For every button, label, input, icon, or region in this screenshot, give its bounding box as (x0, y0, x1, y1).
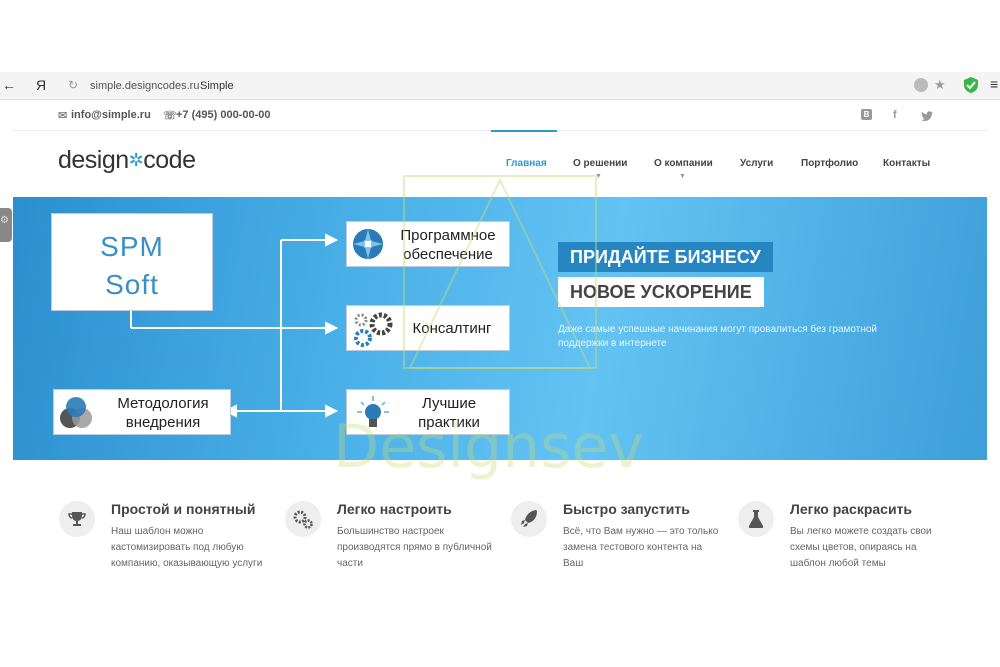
feature-text-simple: Наш шаблон можно кастомизировать под люб… (111, 526, 263, 569)
gear-icon: ⚙ (0, 215, 9, 226)
methodology-line-2: внедрения (125, 414, 201, 431)
chevron-down-icon: ▼ (679, 173, 686, 180)
software-disc-icon (351, 227, 385, 266)
watermark-text: Designsev (333, 412, 644, 482)
soft-label: Soft (105, 269, 159, 300)
methodology-line-1: Методология (117, 395, 209, 412)
contact-email[interactable]: info@simple.ru (71, 109, 151, 121)
practices-line-1: Лучшие (421, 395, 477, 412)
rocket-icon (511, 501, 547, 537)
twitter-icon[interactable] (921, 109, 933, 127)
gears-icon (285, 501, 321, 537)
feature-title-simple: Простой и понятный (111, 501, 256, 517)
feature-title-colorize: Легко раскрасить (790, 501, 913, 517)
menu-icon[interactable]: ≡ (990, 76, 998, 92)
feature-title-launch: Быстро запустить (563, 501, 690, 517)
back-button[interactable]: ← (2, 77, 16, 93)
globe-icon[interactable] (914, 78, 928, 92)
facebook-icon[interactable]: f (893, 109, 897, 121)
nav-item-portfolio[interactable]: Портфолио (801, 158, 858, 169)
nav-active-indicator (491, 130, 557, 132)
address-url[interactable]: simple.designcodes.ru (90, 80, 199, 92)
browser-toolbar: ← Я ↻ simple.designcodes.ru Simple ★ ≡ (0, 72, 1000, 100)
venn-circles-icon (58, 394, 94, 437)
diagram-box-spm-soft: SPM Soft (51, 213, 213, 311)
logo-gear-icon: ✲ (128, 150, 144, 170)
star-icon[interactable]: ★ (934, 77, 946, 93)
flask-icon (738, 501, 774, 537)
page-tab-title: Simple (200, 80, 234, 92)
watermark-emblem (403, 175, 597, 369)
nav-item-home[interactable]: Главная (506, 158, 547, 169)
contact-phone[interactable]: +7 (495) 000-00-00 (176, 109, 270, 121)
feature-title-configure: Легко настроить (337, 501, 452, 517)
logo-part-code: code (143, 146, 196, 174)
reload-icon[interactable]: ↻ (68, 78, 78, 92)
nav-item-about-company[interactable]: О компании (654, 158, 713, 169)
hero-subtitle: Даже самые успешные начинания могут пров… (558, 324, 878, 349)
feature-text-launch: Всё, что Вам нужно — это только замена т… (563, 526, 719, 569)
vk-icon[interactable]: В (861, 109, 872, 120)
gears-icon (351, 310, 397, 353)
nav-item-about-solution[interactable]: О решении (573, 158, 627, 169)
feature-text-colorize: Вы легко можете создать свои схемы цвето… (790, 526, 932, 569)
mail-icon: ✉ (58, 110, 68, 122)
settings-side-tab[interactable]: ⚙ (0, 208, 12, 242)
shield-icon[interactable] (963, 76, 979, 99)
site-logo[interactable]: design✲code (58, 146, 196, 175)
phone-icon: ☏ (163, 110, 177, 122)
nav-item-services[interactable]: Услуги (740, 158, 773, 169)
logo-part-design: design (58, 146, 129, 174)
spm-label: SPM (100, 231, 164, 262)
yandex-logo[interactable]: Я (36, 77, 46, 93)
diagram-box-methodology: Методология внедрения (53, 389, 231, 435)
nav-item-contacts[interactable]: Контакты (883, 158, 930, 169)
contact-bar: ✉ info@simple.ru ☏ +7 (495) 000-00-00 В … (13, 100, 987, 131)
trophy-icon (59, 501, 95, 537)
feature-text-configure: Большинство настроек производятся прямо … (337, 526, 492, 569)
